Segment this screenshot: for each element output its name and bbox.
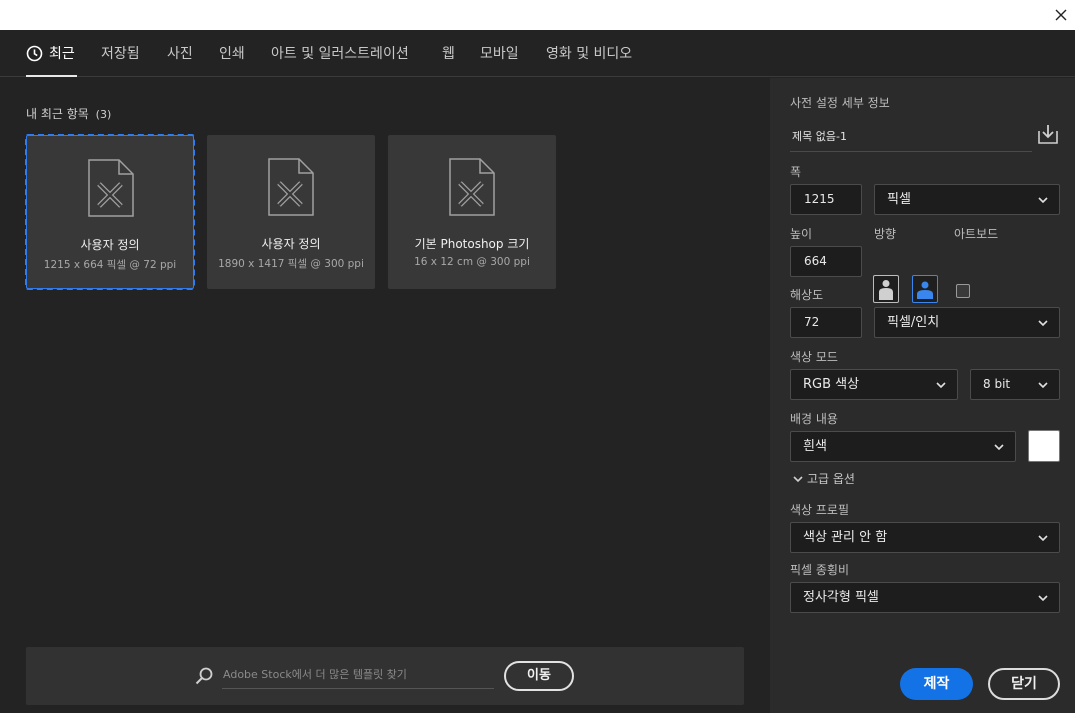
landscape-person-icon [917,281,933,299]
tab-mobile[interactable]: 모바일 [480,43,519,63]
background-label: 배경 내용 [790,412,838,426]
preset-section-title: 사전 설정 세부 정보 [790,96,890,110]
background-value: 흰색 [803,439,827,454]
clock-icon [26,45,43,61]
tab-print[interactable]: 인쇄 [219,43,245,63]
advanced-options-label: 고급 옵션 [807,472,855,486]
close-button[interactable]: 닫기 [988,668,1060,700]
resolution-label: 해상도 [790,288,824,302]
tabs-divider [770,30,1075,77]
advanced-options-toggle[interactable]: 고급 옵션 [792,470,855,487]
card-title: 사용자 정의 [80,238,140,252]
orientation-label: 방향 [874,227,897,241]
recent-count: (3) [95,108,112,121]
color-mode-label: 색상 모드 [790,350,838,364]
recent-item-3[interactable]: 기본 Photoshop 크기 16 x 12 cm @ 300 ppi [388,135,556,289]
chevron-down-icon [1038,535,1048,542]
color-mode-select[interactable]: RGB 색상 [790,369,958,400]
background-color-swatch[interactable] [1028,430,1060,462]
chevron-down-icon [936,382,946,389]
bit-depth-value: 8 bit [983,377,1011,391]
stock-search-bar: 이동 [26,647,744,705]
artboard-checkbox[interactable] [956,284,970,298]
color-profile-label: 색상 프로필 [790,503,850,517]
tab-recent[interactable]: 최근 [26,43,75,63]
tab-label: 모바일 [480,46,519,62]
pixel-aspect-value: 정사각형 픽셀 [803,590,879,605]
width-label: 폭 [790,165,802,179]
tab-label: 영화 및 비디오 [546,46,633,62]
chevron-down-icon [1038,320,1048,327]
card-subtitle: 1890 x 1417 픽셀 @ 300 ppi [218,258,364,270]
bit-depth-select[interactable]: 8 bit [970,369,1060,400]
tab-label: 아트 및 일러스트레이션 [271,46,409,62]
pixel-aspect-select[interactable]: 정사각형 픽셀 [790,582,1060,613]
height-label: 높이 [790,227,813,241]
width-unit-select[interactable]: 픽셀 [874,184,1060,215]
tab-photo[interactable]: 사진 [167,43,193,63]
tab-label: 사진 [167,46,193,62]
tab-art-illustration[interactable]: 아트 및 일러스트레이션 [271,43,409,63]
go-button[interactable]: 이동 [504,661,574,691]
document-icon [268,158,314,216]
tab-web[interactable]: 웹 [442,43,455,63]
resolution-input[interactable]: 72 [790,307,862,338]
preset-details-panel: 사전 설정 세부 정보 제목 없음-1 폭 1215 픽셀 높이 방향 아트보드… [770,78,1075,713]
recent-item-1[interactable]: 사용자 정의 1215 x 664 픽셀 @ 72 ppi [25,134,195,290]
new-document-dialog: 최근 저장됨 사진 인쇄 아트 및 일러스트레이션 웹 모바일 영화 및 비디오… [0,30,1075,713]
resolution-unit-select[interactable]: 픽셀/인치 [874,307,1060,338]
tab-film-video[interactable]: 영화 및 비디오 [546,43,632,63]
portrait-orientation-button[interactable] [873,275,899,303]
tab-label: 인쇄 [219,46,245,62]
chevron-down-icon [1038,197,1048,204]
card-title: 기본 Photoshop 크기 [414,237,530,251]
card-title: 사용자 정의 [261,237,321,251]
recent-title-text: 내 최근 항목 [26,107,89,121]
close-window-icon[interactable] [1049,3,1073,27]
search-icon [195,667,213,685]
document-name-field[interactable]: 제목 없음-1 [790,118,1032,152]
category-tabs: 최근 저장됨 사진 인쇄 아트 및 일러스트레이션 웹 모바일 영화 및 비디오 [0,30,770,77]
recent-item-2[interactable]: 사용자 정의 1890 x 1417 픽셀 @ 300 ppi [207,135,375,289]
tab-label: 최근 [49,46,75,62]
tab-label: 웹 [442,46,455,62]
recent-section-title: 내 최근 항목 (3) [26,105,111,122]
background-select[interactable]: 흰색 [790,431,1016,462]
pixel-aspect-label: 픽셀 종횡비 [790,563,850,577]
save-preset-icon[interactable] [1036,122,1060,146]
width-unit-value: 픽셀 [887,192,911,207]
chevron-down-icon [1038,595,1048,602]
card-subtitle: 1215 x 664 픽셀 @ 72 ppi [43,259,177,271]
portrait-person-icon [879,280,893,300]
width-input[interactable]: 1215 [790,184,862,215]
card-subtitle: 16 x 12 cm @ 300 ppi [414,256,530,268]
document-icon [449,158,495,216]
window-titlebar [0,0,1075,30]
chevron-down-icon [793,475,803,482]
color-mode-value: RGB 색상 [803,377,860,392]
document-icon [88,159,134,217]
create-button[interactable]: 제작 [900,668,973,700]
tab-label: 저장됨 [101,46,140,62]
stock-search-input[interactable] [222,661,494,689]
height-input[interactable]: 664 [790,246,862,277]
tab-saved[interactable]: 저장됨 [101,43,140,63]
active-tab-indicator [26,75,77,77]
color-profile-select[interactable]: 색상 관리 안 함 [790,522,1060,553]
artboard-label: 아트보드 [954,227,999,241]
chevron-down-icon [994,444,1004,451]
landscape-orientation-button[interactable] [912,275,938,303]
color-profile-value: 색상 관리 안 함 [803,530,888,545]
resolution-unit-value: 픽셀/인치 [887,315,940,330]
chevron-down-icon [1038,382,1048,389]
